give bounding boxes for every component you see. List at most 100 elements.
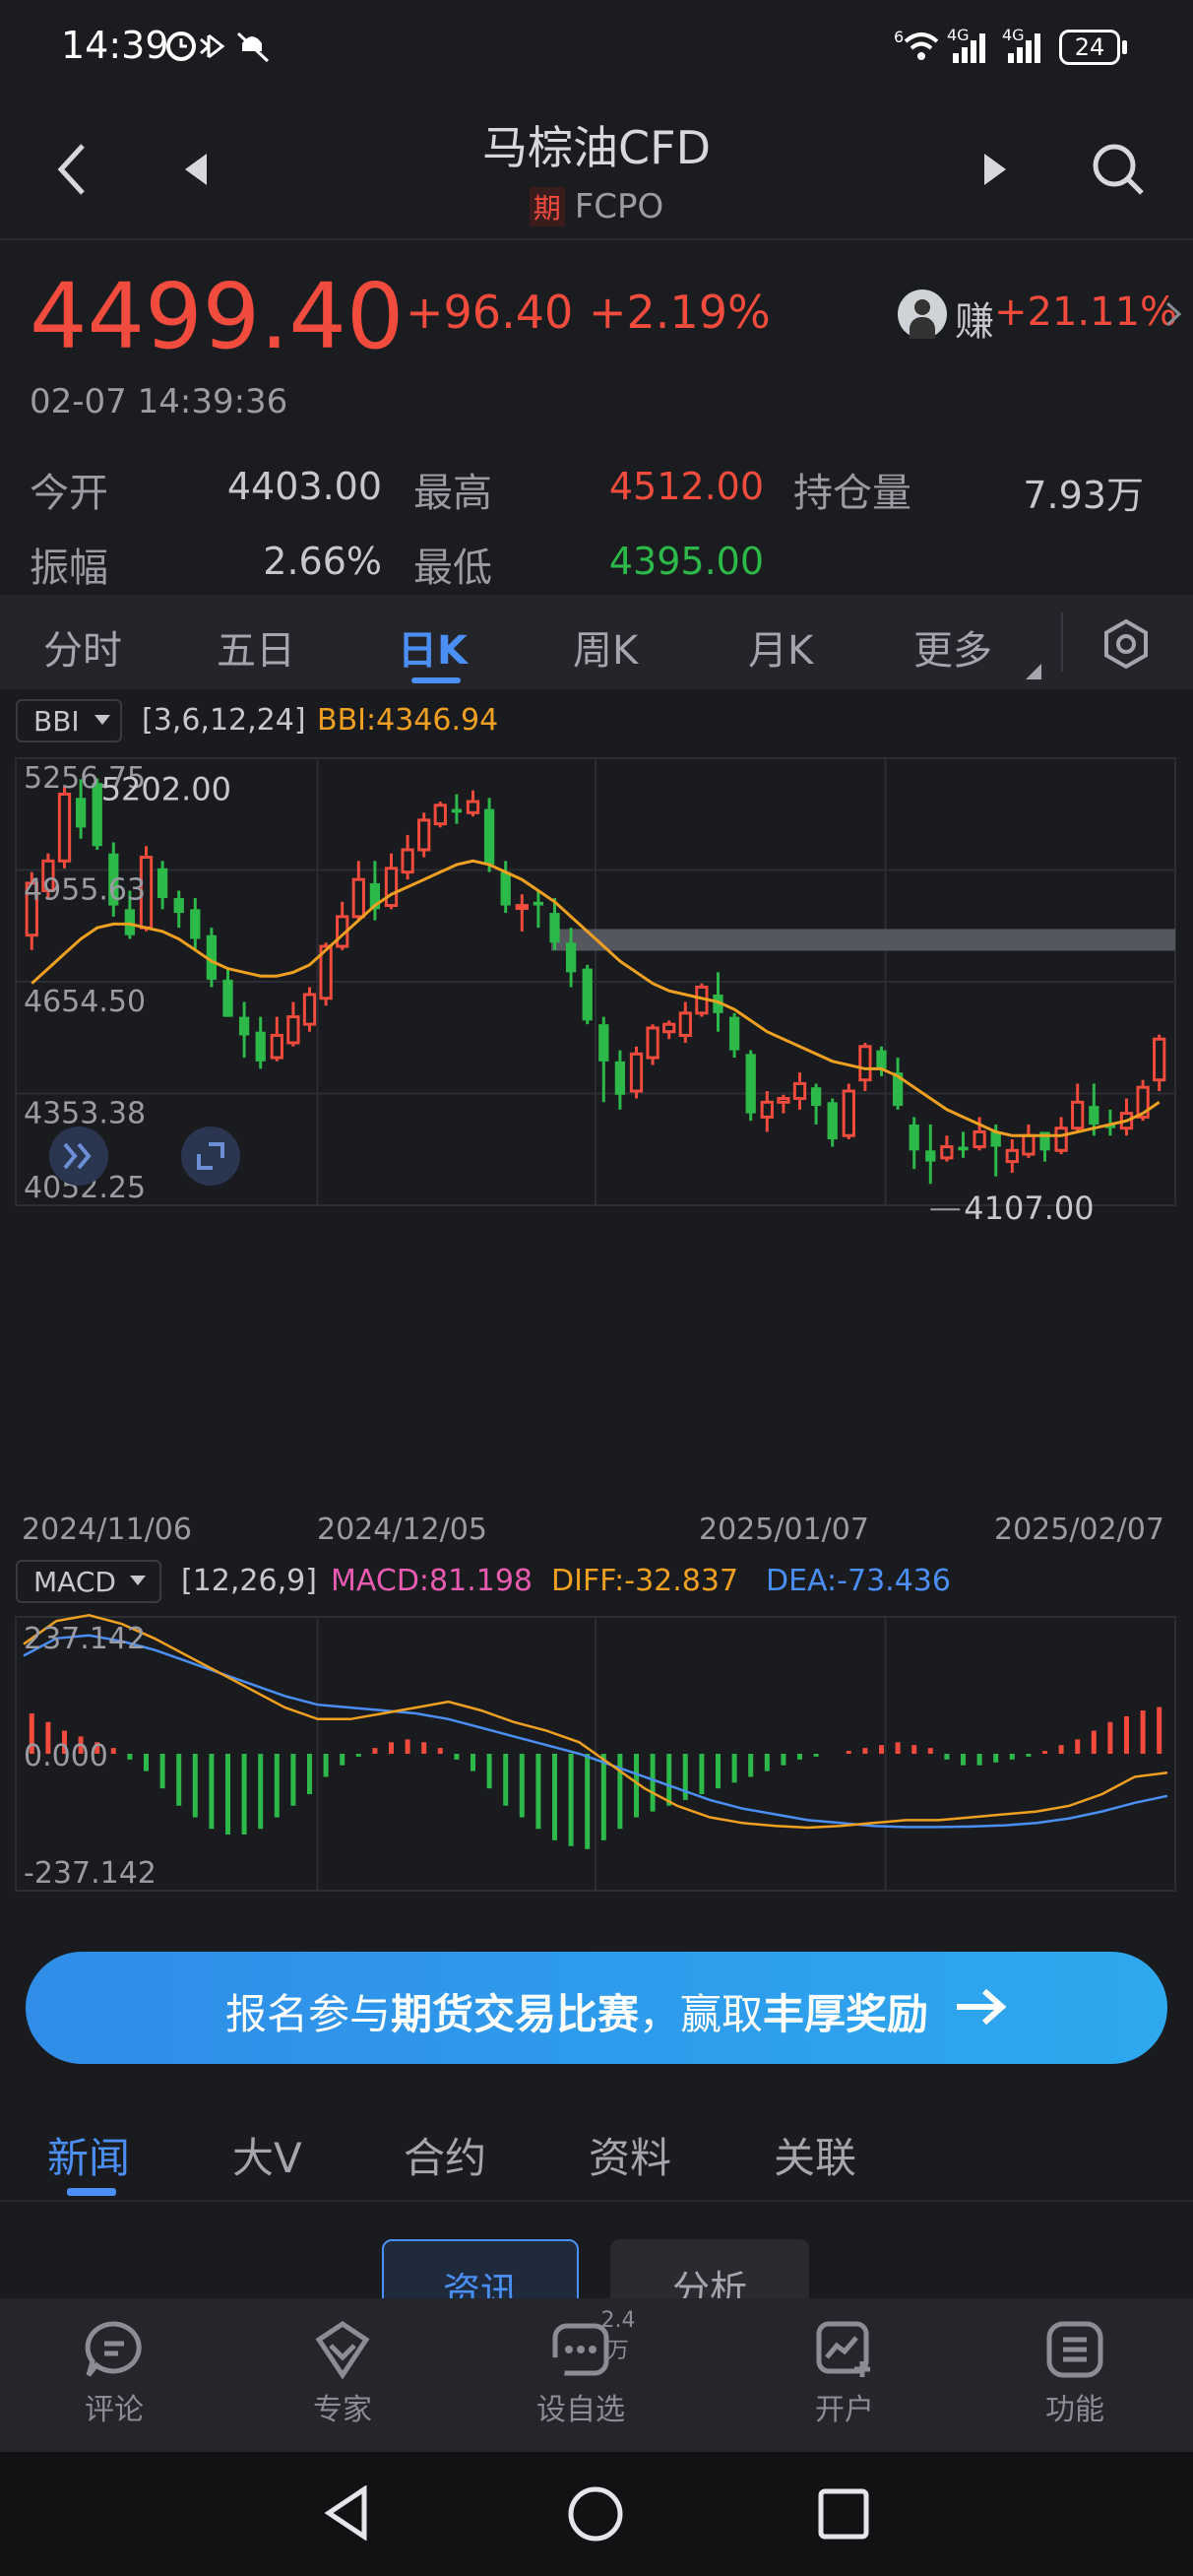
chevron-right-icon[interactable] xyxy=(1163,299,1185,329)
news-tab-related[interactable]: 关联 xyxy=(774,2125,856,2185)
arrow-right-icon xyxy=(957,1988,1007,2026)
candle-body xyxy=(1022,1133,1036,1156)
tab-daily-k[interactable]: 日K xyxy=(398,618,468,676)
nav-item-comment[interactable]: 评论 xyxy=(55,2318,173,2428)
candle-body xyxy=(1005,1148,1019,1164)
candle-body xyxy=(75,798,87,828)
signal-icon-2 xyxy=(1008,33,1040,63)
indicator-selector[interactable]: BBI xyxy=(16,699,122,742)
candle-body xyxy=(728,1016,740,1051)
battery-level: 24 xyxy=(1074,33,1105,61)
avatar[interactable] xyxy=(898,290,947,339)
system-back-icon[interactable] xyxy=(323,2485,372,2541)
candle-body xyxy=(1054,1127,1068,1152)
chevron-down-icon xyxy=(130,1576,146,1585)
last-price: 4499.40 xyxy=(30,264,405,369)
quote-time: 02-07 14:39:36 xyxy=(30,382,288,421)
indicator-name: BBI xyxy=(33,705,80,738)
tab-more[interactable]: 更多 xyxy=(913,618,992,676)
news-tabs: 新闻 大V 合约 资料 关联 xyxy=(0,2107,1193,2202)
high-price-label: 5202.00 xyxy=(101,771,231,808)
fullscreen-button[interactable] xyxy=(181,1127,240,1186)
candle-body xyxy=(858,1045,872,1082)
earn-pct[interactable]: +21.11% xyxy=(994,290,1177,335)
candle-body xyxy=(384,867,399,908)
stat-label-low: 最低 xyxy=(413,546,492,591)
candlestick-chart[interactable]: 5256.754955.634654.504353.384052.255202.… xyxy=(0,752,1193,1253)
expert-icon xyxy=(315,2320,370,2380)
stat-value-amplitude: 2.66% xyxy=(263,540,382,583)
tab-intraday[interactable]: 分时 xyxy=(43,618,122,676)
quote-panel: 4499.40 +96.40 +2.19% 02-07 14:39:36 赚 +… xyxy=(0,238,1193,595)
nav-item-watchlist[interactable]: 设自选 2.4万 xyxy=(522,2308,640,2428)
double-chevron-right-icon xyxy=(63,1142,92,1170)
candle-body xyxy=(515,904,529,911)
candle-body xyxy=(549,913,560,943)
system-recents-icon[interactable] xyxy=(817,2487,870,2541)
expand-left-button[interactable] xyxy=(49,1127,108,1186)
page-title: 马棕油CFD xyxy=(482,121,711,174)
stat-value-open: 4403.00 xyxy=(226,465,382,508)
candle-body xyxy=(646,1026,659,1060)
candle-body xyxy=(792,1081,807,1101)
comment-icon xyxy=(85,2321,142,2377)
nav-label: 评论 xyxy=(85,2393,144,2427)
nav-item-expert[interactable]: 专家 xyxy=(283,2318,402,2428)
system-nav-bar xyxy=(0,2452,1193,2576)
candle-body xyxy=(777,1097,790,1104)
fullscreen-icon xyxy=(197,1142,224,1170)
news-tab-data[interactable]: 资料 xyxy=(589,2125,671,2185)
macd-params: [12,26,9] xyxy=(181,1564,317,1598)
tab-five-day[interactable]: 五日 xyxy=(217,618,295,676)
stat-value-low: 4395.00 xyxy=(608,540,764,583)
y-tick-label: 4654.50 xyxy=(24,985,146,1019)
macd-chart[interactable]: 237.142 0.000 -237.142 xyxy=(0,1613,1193,1895)
news-tab-bigv[interactable]: 大V xyxy=(232,2125,302,2185)
settings-icon[interactable] xyxy=(1100,618,1152,670)
system-home-icon[interactable] xyxy=(567,2485,624,2543)
nav-item-functions[interactable]: 功能 xyxy=(1016,2318,1134,2428)
candle-body xyxy=(598,1024,609,1062)
tab-monthly-k[interactable]: 月K xyxy=(748,618,813,676)
dropdown-corner-icon xyxy=(1026,664,1041,679)
macd-y-label: 0.000 xyxy=(24,1739,108,1773)
nav-label: 功能 xyxy=(1045,2393,1104,2427)
candle-body xyxy=(433,804,447,826)
chevron-down-icon xyxy=(94,715,110,725)
candle-body xyxy=(401,848,414,874)
promo-prefix: 报名参与 xyxy=(224,1990,391,2038)
nav-bar: 马棕油CFD 期 FCPO xyxy=(0,98,1193,238)
search-icon[interactable] xyxy=(1091,142,1146,197)
candle-body xyxy=(238,1016,250,1036)
earn-label[interactable]: 赚 xyxy=(955,290,994,347)
candle-body xyxy=(745,1054,756,1114)
nav-label: 开户 xyxy=(815,2393,874,2427)
candle-body xyxy=(565,942,577,973)
macd-y-label: -237.142 xyxy=(24,1856,157,1891)
dea-value: DEA:-73.436 xyxy=(766,1564,951,1598)
status-icons-left xyxy=(166,32,270,63)
macd-selector[interactable]: MACD xyxy=(16,1560,161,1603)
candle-body xyxy=(351,877,365,919)
stat-value-open-interest: 7.93万 xyxy=(1023,474,1144,517)
candle-body xyxy=(57,792,72,863)
candle-body xyxy=(958,1146,969,1151)
status-bar: 14:39 6 4G 4G 24 xyxy=(0,0,1193,98)
next-contract-icon[interactable] xyxy=(980,152,1010,187)
stat-label-high: 最高 xyxy=(413,471,492,516)
nav-item-open-account[interactable]: 开户 xyxy=(785,2318,904,2428)
contract-code: FCPO xyxy=(574,187,664,226)
news-tab-news[interactable]: 新闻 xyxy=(47,2125,130,2185)
price-change-pct: +2.19% xyxy=(589,286,771,339)
candle-body xyxy=(629,1052,644,1093)
nav-label: 专家 xyxy=(313,2393,372,2427)
y-tick-label: 4353.38 xyxy=(24,1097,146,1131)
candle-body xyxy=(302,993,317,1026)
candle-body xyxy=(876,1050,887,1069)
tab-weekly-k[interactable]: 周K xyxy=(573,618,638,676)
battery-tip xyxy=(1122,40,1127,54)
menu-icon xyxy=(1046,2321,1103,2378)
promo-banner[interactable]: 报名参与期货交易比赛，赢取丰厚奖励 xyxy=(26,1952,1167,2064)
promo-highlight-1: 期货交易比赛 xyxy=(390,1990,639,2038)
news-tab-contract[interactable]: 合约 xyxy=(404,2125,486,2185)
